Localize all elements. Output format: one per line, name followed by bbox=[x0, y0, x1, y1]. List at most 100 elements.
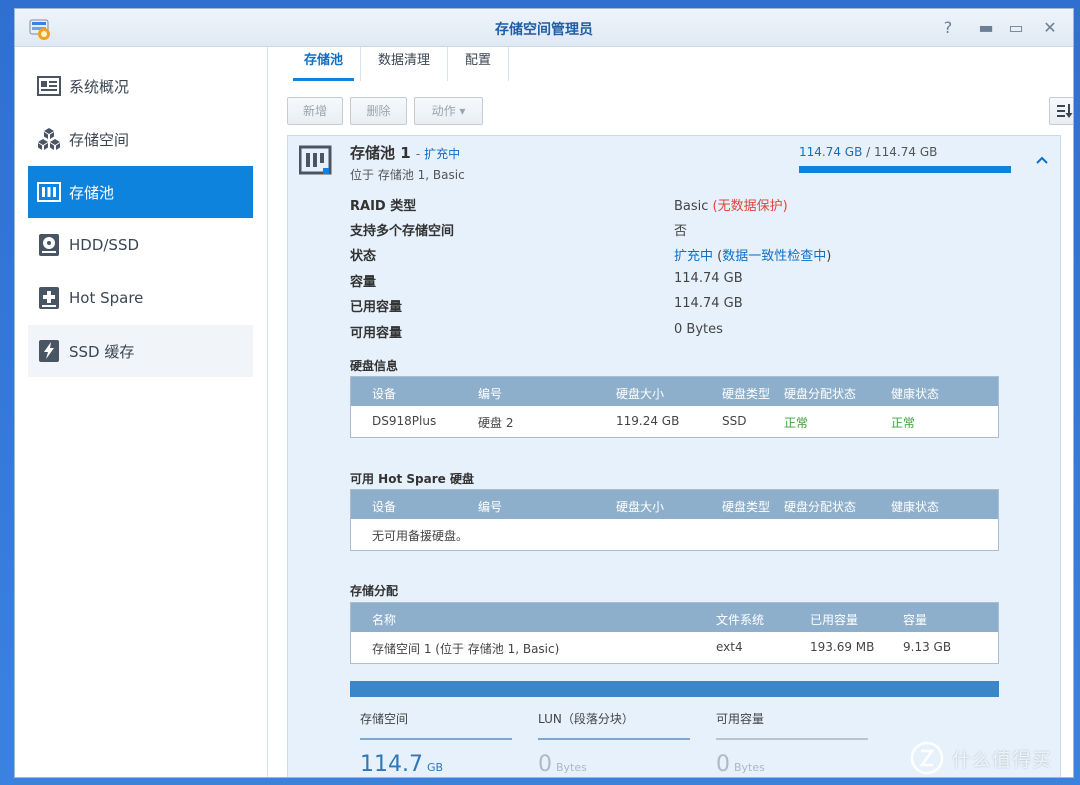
status-paren-close: ) bbox=[826, 249, 832, 264]
column-header[interactable]: 硬盘分配状态 bbox=[784, 498, 856, 515]
action-dropdown-button[interactable]: 动作 ▾ bbox=[414, 97, 483, 125]
usage-used: 114.74 GB bbox=[799, 145, 863, 159]
column-header[interactable]: 文件系统 bbox=[716, 611, 764, 628]
sidebar-item-label: SSD 缓存 bbox=[69, 342, 135, 361]
disk-info-table: 设备 编号 硬盘大小 硬盘类型 硬盘分配状态 健康状态 DS918Plus 硬盘… bbox=[350, 376, 999, 438]
status-expanding-link[interactable]: 扩充中 bbox=[674, 249, 713, 264]
column-header[interactable]: 硬盘类型 bbox=[722, 385, 770, 402]
pool-name: 存储池 1 bbox=[350, 144, 411, 162]
column-header[interactable]: 硬盘分配状态 bbox=[784, 385, 856, 402]
tab-bar: 存储池 数据清理 配置 bbox=[287, 47, 510, 81]
column-header[interactable]: 硬盘大小 bbox=[616, 385, 664, 402]
pool-status: 扩充中 bbox=[424, 147, 461, 161]
summary-unit: Bytes bbox=[734, 761, 765, 774]
delete-button[interactable]: 删除 bbox=[350, 97, 407, 125]
summary-lun: LUN（段落分块） 0 Bytes bbox=[538, 710, 690, 777]
detail-key: 支持多个存储空间 bbox=[350, 224, 455, 239]
summary-label: 存储空间 bbox=[360, 712, 409, 726]
column-header[interactable]: 设备 bbox=[372, 498, 396, 515]
sidebar-item-overview[interactable]: 系统概况 bbox=[28, 60, 253, 112]
main-panel: 存储池 数据清理 配置 新增 删除 动作 ▾ 存储池 1 - 扩充中 位于 存储… bbox=[269, 47, 1073, 777]
sidebar-item-hot-spare[interactable]: Hot Spare bbox=[28, 272, 253, 324]
no-protection-warning: (无数据保护) bbox=[708, 199, 788, 214]
usage-bar-fill bbox=[799, 166, 1011, 173]
watermark-text: 什么值得买 bbox=[952, 748, 1053, 771]
storage-pool-icon bbox=[299, 145, 332, 175]
tab-data-scrubbing[interactable]: 数据清理 bbox=[361, 47, 449, 81]
sidebar-item-volume[interactable]: 存储空间 bbox=[28, 113, 253, 165]
summary-value: 114.7 GB bbox=[360, 752, 512, 777]
column-header[interactable]: 编号 bbox=[478, 498, 502, 515]
toolbar: 新增 删除 动作 ▾ bbox=[287, 97, 1073, 127]
detail-key: 状态 bbox=[350, 249, 377, 264]
sidebar-item-hdd-ssd[interactable]: HDD/SSD bbox=[28, 219, 253, 271]
sort-icon bbox=[1057, 104, 1073, 118]
collapse-chevron-icon[interactable] bbox=[1035, 153, 1049, 167]
detail-key: RAID 类型 bbox=[350, 199, 417, 214]
tab-settings[interactable]: 配置 bbox=[448, 47, 510, 81]
plus-box-icon bbox=[39, 287, 59, 309]
sidebar-item-label: Hot Spare bbox=[69, 289, 144, 307]
storage-pool-icon bbox=[37, 182, 61, 202]
summary-unit: GB bbox=[426, 761, 444, 774]
summary-value: 0 Bytes bbox=[716, 752, 868, 777]
minimize-icon[interactable]: ▬ bbox=[977, 19, 995, 37]
column-header[interactable]: 硬盘类型 bbox=[722, 498, 770, 515]
table-row[interactable]: DS918Plus 硬盘 2 119.24 GB SSD 正常 正常 bbox=[351, 406, 998, 437]
cell-used-capacity: 193.69 MB bbox=[810, 640, 875, 654]
hot-spare-title: 可用 Hot Spare 硬盘 bbox=[350, 472, 474, 486]
overview-icon bbox=[37, 76, 61, 96]
detail-key: 可用容量 bbox=[350, 326, 403, 341]
column-header[interactable]: 已用容量 bbox=[810, 611, 858, 628]
sidebar-item-label: HDD/SSD bbox=[69, 236, 140, 254]
cell-filesystem: ext4 bbox=[716, 640, 743, 654]
column-header[interactable]: 硬盘大小 bbox=[616, 498, 664, 515]
pool-subtitle: 位于 存储池 1, Basic bbox=[350, 168, 465, 182]
column-header[interactable]: 健康状态 bbox=[891, 498, 939, 515]
status-consistency-check-link[interactable]: 数据一致性检查中 bbox=[722, 249, 826, 264]
detail-value: 114.74 GB bbox=[674, 296, 743, 311]
sidebar-item-storage-pool[interactable]: 存储池 bbox=[28, 166, 253, 218]
help-icon[interactable]: ? bbox=[939, 19, 957, 37]
summary-number: 0 bbox=[716, 752, 730, 777]
app-window: 存储空间管理员 ? ▬ ▭ ✕ 系统概况 存储空间 存储池 HDD/SSD Ho… bbox=[14, 8, 1074, 778]
column-header[interactable]: 设备 bbox=[372, 385, 396, 402]
cell-allocation-status: 正常 bbox=[784, 416, 809, 430]
table-header: 设备 编号 硬盘大小 硬盘类型 硬盘分配状态 健康状态 bbox=[351, 490, 998, 519]
detail-value: 扩充中 (数据一致性检查中) bbox=[674, 245, 1054, 264]
column-header[interactable]: 容量 bbox=[903, 611, 927, 628]
cell-capacity: 9.13 GB bbox=[903, 640, 952, 654]
column-header[interactable]: 名称 bbox=[372, 611, 396, 628]
sidebar-item-ssd-cache[interactable]: SSD 缓存 bbox=[28, 325, 253, 377]
detail-key: 容量 bbox=[350, 275, 377, 290]
column-header[interactable]: 编号 bbox=[478, 385, 502, 402]
sort-button[interactable] bbox=[1049, 97, 1073, 125]
allocation-summary-bar bbox=[350, 681, 999, 697]
pool-title: 存储池 1 - 扩充中 bbox=[350, 142, 460, 163]
sidebar: 系统概况 存储空间 存储池 HDD/SSD Hot Spare SSD 缓存 bbox=[15, 47, 268, 777]
cubes-icon bbox=[38, 128, 60, 150]
summary-value: 0 Bytes bbox=[538, 752, 690, 777]
new-button[interactable]: 新增 bbox=[287, 97, 343, 125]
pool-status-separator: - bbox=[415, 147, 425, 161]
summary-volume: 存储空间 114.7 GB bbox=[360, 710, 512, 777]
tab-storage-pool[interactable]: 存储池 bbox=[287, 47, 362, 81]
disk-info-title: 硬盘信息 bbox=[350, 359, 399, 373]
detail-value: 0 Bytes bbox=[674, 322, 723, 337]
detail-value: 否 bbox=[674, 224, 688, 239]
table-row[interactable]: 存储空间 1 (位于 存储池 1, Basic) ext4 193.69 MB … bbox=[351, 632, 998, 663]
column-header[interactable]: 健康状态 bbox=[891, 385, 939, 402]
raid-type-value: Basic bbox=[674, 199, 709, 214]
sidebar-item-label: 存储池 bbox=[69, 183, 115, 202]
close-icon[interactable]: ✕ bbox=[1041, 19, 1059, 37]
summary-line bbox=[360, 738, 512, 740]
usage-bar bbox=[799, 166, 1011, 173]
hot-spare-table: 设备 编号 硬盘大小 硬盘类型 硬盘分配状态 健康状态 无可用备援硬盘。 bbox=[350, 489, 999, 551]
table-header: 名称 文件系统 已用容量 容量 bbox=[351, 603, 998, 632]
summary-label: 可用容量 bbox=[716, 712, 765, 726]
table-header: 设备 编号 硬盘大小 硬盘类型 硬盘分配状态 健康状态 bbox=[351, 377, 998, 406]
usage-total: 114.74 GB bbox=[874, 145, 938, 159]
cell-name: 存储空间 1 (位于 存储池 1, Basic) bbox=[372, 642, 560, 656]
summary-number: 0 bbox=[538, 752, 552, 777]
maximize-icon[interactable]: ▭ bbox=[1007, 19, 1025, 37]
